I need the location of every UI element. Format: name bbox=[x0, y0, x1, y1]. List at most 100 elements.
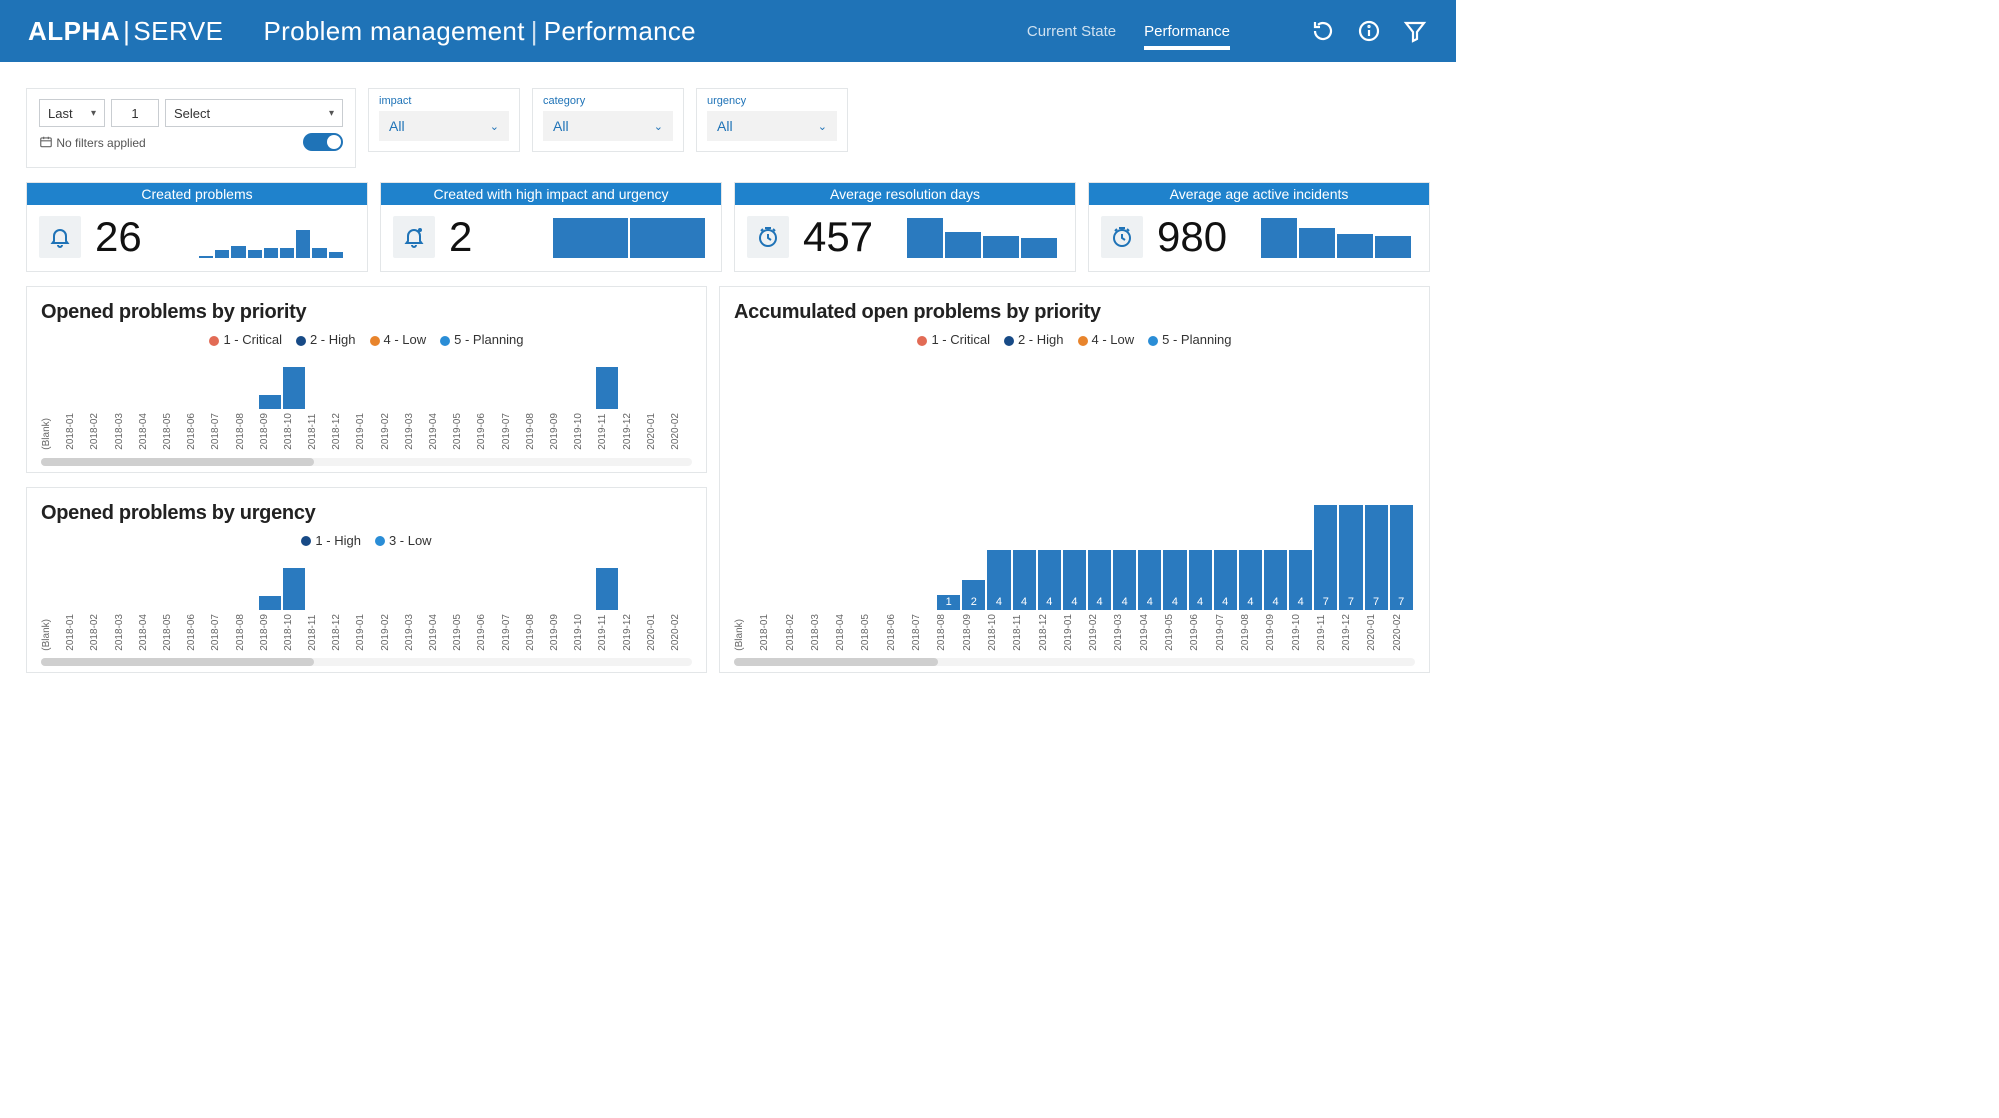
bell-alert-icon bbox=[393, 216, 435, 258]
filter-toggle[interactable] bbox=[303, 133, 343, 151]
axis-tick: 2019-07 bbox=[501, 413, 523, 450]
chart-title: Opened problems by urgency bbox=[41, 502, 692, 525]
chart-bar: 1 bbox=[937, 595, 960, 610]
axis-tick: 2018-07 bbox=[911, 614, 934, 651]
axis-tick: 2019-01 bbox=[355, 413, 377, 450]
axis-tick: 2019-02 bbox=[380, 413, 402, 450]
bar-value: 7 bbox=[1348, 596, 1354, 610]
axis-tick: 2018-10 bbox=[987, 614, 1010, 651]
chart-scrollbar[interactable] bbox=[41, 658, 692, 666]
axis-tick: 2019-10 bbox=[1291, 614, 1314, 651]
spark-bar bbox=[983, 236, 1019, 258]
axis-tick: 2018-11 bbox=[307, 413, 329, 450]
legend-item: 5 - Planning bbox=[440, 332, 523, 347]
legend-item: 1 - High bbox=[301, 533, 361, 548]
chart-axis: (Blank)2018-012018-022018-032018-042018-… bbox=[41, 614, 692, 655]
chart-opened-urgency: Opened problems by urgency 1 - High 3 - Lo… bbox=[26, 487, 707, 674]
date-filter-card: Last▾ 1 Select▾ No filters applied bbox=[26, 88, 356, 168]
info-icon[interactable] bbox=[1356, 18, 1382, 44]
axis-tick: 2020-02 bbox=[670, 413, 692, 450]
filter-unit-select[interactable]: Select▾ bbox=[165, 99, 343, 127]
axis-tick: 2018-03 bbox=[810, 614, 833, 651]
legend-item: 3 - Low bbox=[375, 533, 432, 548]
spark-bar bbox=[264, 248, 278, 258]
page-title-a: Problem management bbox=[264, 16, 525, 46]
axis-tick: 2019-08 bbox=[1240, 614, 1263, 651]
chart-axis: (Blank)2018-012018-022018-032018-042018-… bbox=[734, 614, 1415, 655]
kpi-title: Created problems bbox=[27, 183, 367, 205]
chart-scrollbar[interactable] bbox=[734, 658, 1415, 666]
spark-bar bbox=[1299, 228, 1335, 258]
axis-tick: 2019-09 bbox=[1265, 614, 1288, 651]
chevron-down-icon: ⌄ bbox=[490, 120, 499, 133]
spark-bar bbox=[630, 218, 705, 258]
bar-value: 1 bbox=[946, 596, 952, 610]
chart-bar: 4 bbox=[987, 550, 1010, 610]
chart-title: Accumulated open problems by priority bbox=[734, 301, 1415, 324]
chart-bar: 4 bbox=[1239, 550, 1262, 610]
filter-row: Last▾ 1 Select▾ No filters applied impac… bbox=[26, 88, 1430, 168]
app-root: ALPHA|SERVE Problem management|Performan… bbox=[0, 0, 1456, 815]
chart-legend: 1 - High 3 - Low bbox=[41, 533, 692, 548]
chart-legend: 1 - Critical2 - High4 - Low5 - Planning bbox=[41, 332, 692, 347]
axis-tick: 2018-05 bbox=[860, 614, 883, 651]
refresh-icon[interactable] bbox=[1310, 18, 1336, 44]
kpi-sparkline bbox=[199, 216, 355, 258]
filter-category-select[interactable]: All ⌄ bbox=[543, 111, 673, 141]
clock-icon bbox=[1101, 216, 1143, 258]
chart-area bbox=[41, 552, 692, 612]
filter-last-select[interactable]: Last▾ bbox=[39, 99, 105, 127]
brand-logo: ALPHA|SERVE bbox=[28, 16, 224, 47]
axis-tick: 2018-08 bbox=[235, 413, 257, 450]
bar-value: 4 bbox=[1122, 596, 1128, 610]
filter-category-value: All bbox=[553, 118, 569, 134]
axis-tick: 2019-12 bbox=[1341, 614, 1364, 651]
filter-count-input[interactable]: 1 bbox=[111, 99, 159, 127]
axis-tick: 2018-04 bbox=[138, 614, 160, 651]
axis-tick: 2018-01 bbox=[65, 413, 87, 450]
legend-item: 5 - Planning bbox=[1148, 332, 1231, 347]
tab-performance[interactable]: Performance bbox=[1144, 9, 1230, 54]
axis-tick: 2018-04 bbox=[138, 413, 160, 450]
filter-impact-select[interactable]: All⌄ bbox=[379, 111, 509, 141]
axis-tick: 2018-02 bbox=[89, 614, 111, 651]
filter-icon[interactable] bbox=[1402, 18, 1428, 44]
legend-item: 4 - Low bbox=[370, 332, 427, 347]
chart-legend: 1 - Critical2 - High4 - Low5 - Planning bbox=[734, 332, 1415, 347]
chart-axis: (Blank)2018-012018-022018-032018-042018-… bbox=[41, 413, 692, 454]
spark-bar bbox=[1021, 238, 1057, 258]
axis-tick: 2019-11 bbox=[597, 614, 619, 651]
axis-tick: 2019-08 bbox=[525, 413, 547, 450]
chevron-down-icon: ⌄ bbox=[654, 120, 663, 133]
clock-icon bbox=[747, 216, 789, 258]
chart-scrollbar[interactable] bbox=[41, 458, 692, 466]
axis-tick: 2018-01 bbox=[759, 614, 782, 651]
spark-bar bbox=[1261, 218, 1297, 258]
charts-row: Opened problems by priority1 - Critical2… bbox=[26, 286, 1430, 673]
kpi-row: Created problems26Created with high impa… bbox=[26, 182, 1430, 272]
axis-tick: 2018-01 bbox=[65, 614, 87, 651]
app-header: ALPHA|SERVE Problem management|Performan… bbox=[0, 0, 1456, 62]
kpi-value: 457 bbox=[803, 213, 893, 261]
chevron-down-icon: ▾ bbox=[329, 108, 334, 119]
chart-bar: 7 bbox=[1365, 505, 1388, 610]
kpi-value: 26 bbox=[95, 213, 185, 261]
axis-tick: 2019-04 bbox=[428, 614, 450, 651]
spark-bar bbox=[231, 246, 245, 258]
filter-urgency-select[interactable]: All⌄ bbox=[707, 111, 837, 141]
axis-tick: 2018-02 bbox=[89, 413, 111, 450]
tab-current-state[interactable]: Current State bbox=[1027, 9, 1116, 54]
chart-bar: 7 bbox=[1339, 505, 1362, 610]
bar-value: 4 bbox=[1197, 596, 1203, 610]
legend-item: 1 - Critical bbox=[209, 332, 282, 347]
kpi-title: Average age active incidents bbox=[1089, 183, 1429, 205]
spark-bar bbox=[1337, 234, 1373, 258]
chart-bar: 4 bbox=[1289, 550, 1312, 610]
bar-value: 4 bbox=[1222, 596, 1228, 610]
axis-tick: 2019-04 bbox=[428, 413, 450, 450]
axis-tick: 2018-03 bbox=[114, 413, 136, 450]
axis-tick: 2018-12 bbox=[331, 614, 353, 651]
spark-bar bbox=[553, 218, 628, 258]
axis-tick: 2019-12 bbox=[622, 413, 644, 450]
axis-tick: 2018-07 bbox=[210, 413, 232, 450]
